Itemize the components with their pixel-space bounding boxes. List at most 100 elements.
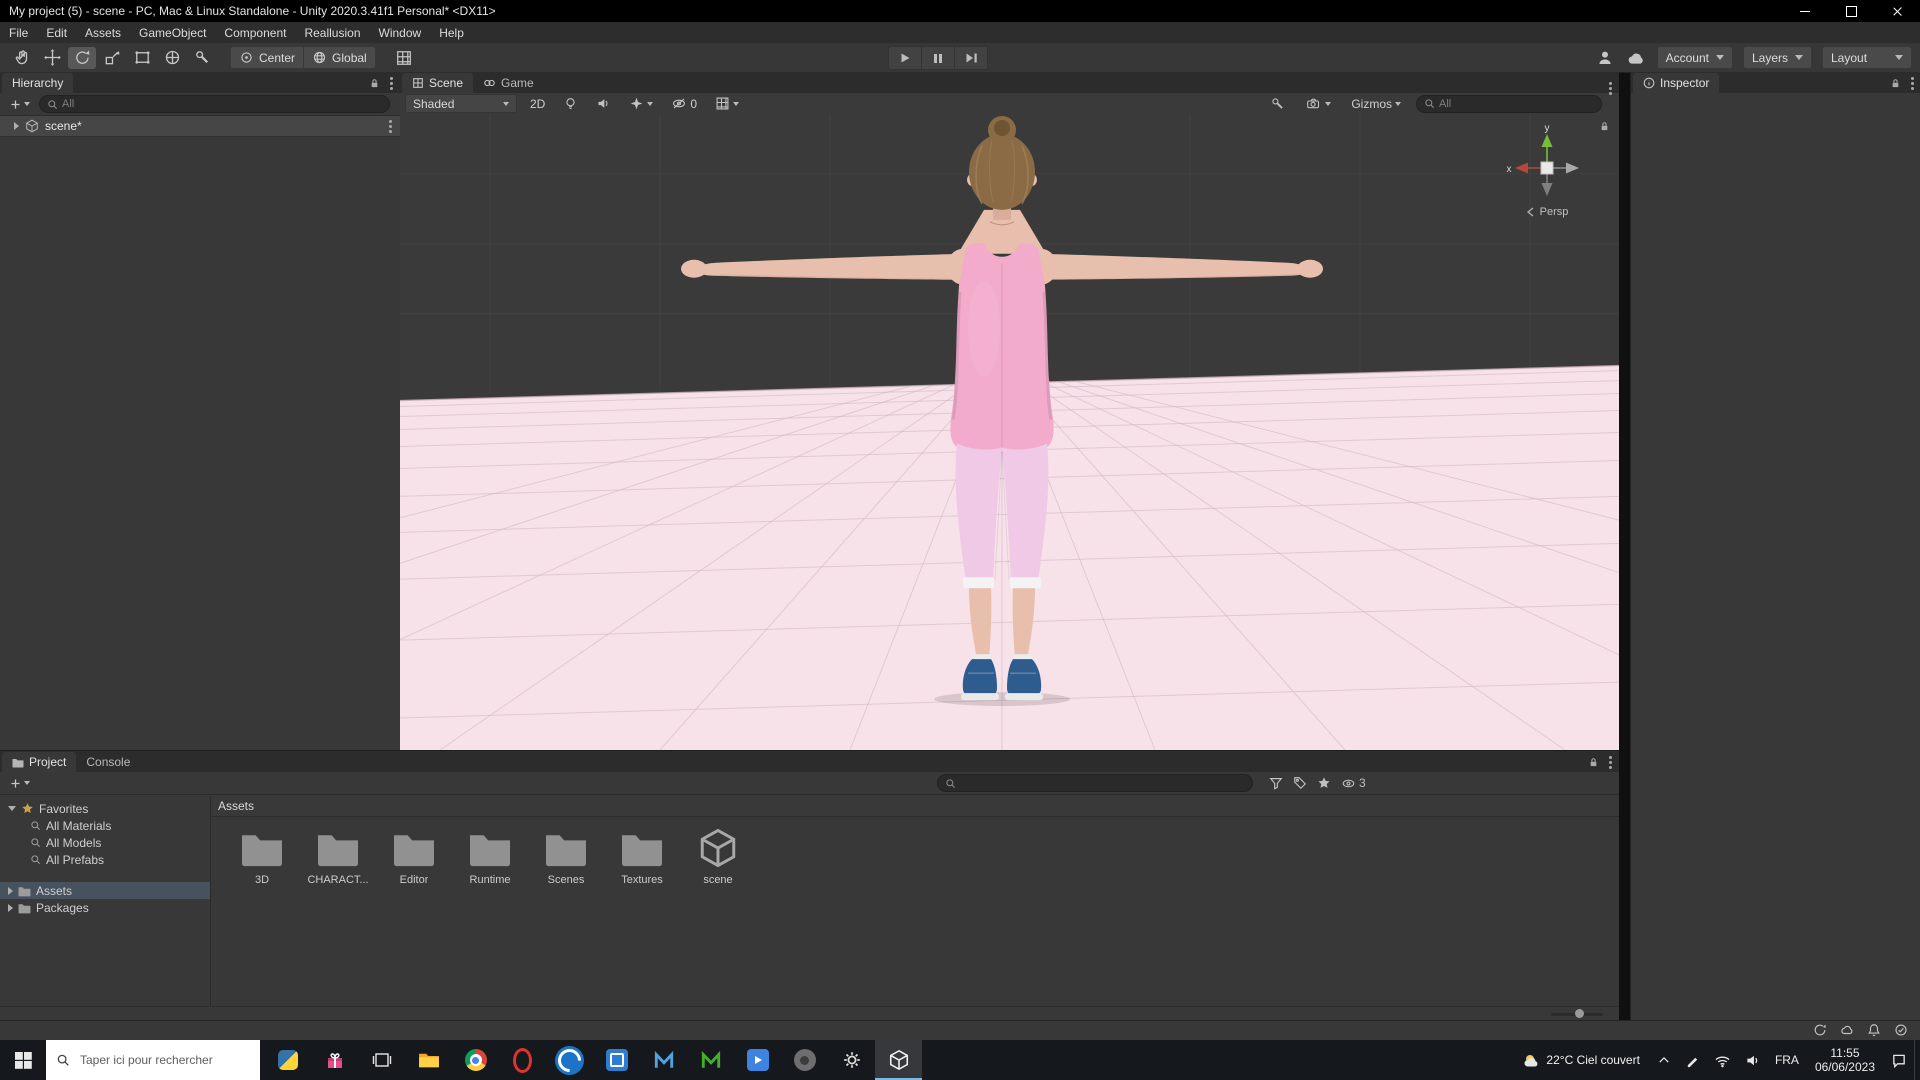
space-toggle-button[interactable]: Global <box>304 46 376 69</box>
language-indicator[interactable]: FRA <box>1768 1040 1806 1080</box>
status-check-icon[interactable] <box>1894 1023 1908 1037</box>
asset-folder-character[interactable]: CHARACT... <box>301 827 375 886</box>
hierarchy-search[interactable] <box>39 95 390 113</box>
taskbar-search[interactable] <box>46 1040 260 1080</box>
camera-settings-button[interactable] <box>1300 95 1336 112</box>
gift-app-icon[interactable] <box>311 1040 358 1080</box>
2d-toggle-button[interactable]: 2D <box>525 95 550 112</box>
pen-tray-button[interactable] <box>1678 1040 1707 1080</box>
menu-window[interactable]: Window <box>370 22 431 43</box>
asset-folder-scenes[interactable]: Scenes <box>529 827 603 886</box>
zoom-slider[interactable] <box>1551 1011 1603 1017</box>
gizmo-down-cone[interactable] <box>1542 183 1553 196</box>
status-cloud-icon[interactable] <box>1840 1023 1854 1037</box>
weather-widget[interactable]: 22°C Ciel couvert <box>1512 1040 1650 1080</box>
gray-app-button[interactable] <box>781 1040 828 1080</box>
projection-toggle[interactable]: Persp <box>1499 206 1595 218</box>
rotate-tool-button[interactable] <box>68 47 96 69</box>
asset-folder-textures[interactable]: Textures <box>605 827 679 886</box>
lighting-toggle-button[interactable] <box>558 95 583 112</box>
gizmo-neg-x-cone[interactable] <box>1566 163 1579 174</box>
menu-reallusion[interactable]: Reallusion <box>295 22 369 43</box>
draw-mode-dropdown[interactable]: Shaded <box>405 94 517 113</box>
tab-hierarchy[interactable]: Hierarchy <box>2 73 73 93</box>
layers-dropdown[interactable]: Layers <box>1743 46 1812 69</box>
menu-dots-icon[interactable] <box>1609 87 1612 90</box>
expand-arrow-icon[interactable] <box>14 122 19 130</box>
chrome-button[interactable] <box>452 1040 499 1080</box>
tab-console[interactable]: Console <box>76 752 140 772</box>
gizmos-dropdown[interactable]: Gizmos <box>1346 95 1406 112</box>
opera-button[interactable] <box>499 1040 546 1080</box>
window-titlebar[interactable]: My project (5) - scene - PC, Mac & Linux… <box>0 0 1920 22</box>
layout-dropdown[interactable]: Layout <box>1822 46 1912 69</box>
tab-project[interactable]: Project <box>2 752 76 772</box>
close-button[interactable] <box>1874 0 1920 22</box>
task-view-button[interactable] <box>358 1040 405 1080</box>
grid-visibility-button[interactable] <box>710 95 744 112</box>
lock-icon[interactable] <box>1598 120 1611 133</box>
menu-help[interactable]: Help <box>430 22 473 43</box>
tree-packages[interactable]: Packages <box>0 899 210 916</box>
cloud-icon[interactable] <box>1625 49 1647 67</box>
m-green-app-button[interactable] <box>687 1040 734 1080</box>
move-tool-button[interactable] <box>38 47 66 69</box>
colorful-app-icon[interactable] <box>264 1040 311 1080</box>
scale-tool-button[interactable] <box>98 47 126 69</box>
hierarchy-scene-item[interactable]: scene* <box>0 116 400 137</box>
gizmo-center-cube[interactable] <box>1541 162 1553 174</box>
status-activity-icon[interactable] <box>1813 1023 1827 1037</box>
unity-app-button[interactable] <box>875 1040 922 1080</box>
hand-tool-button[interactable] <box>8 47 36 69</box>
status-bell-icon[interactable] <box>1867 1023 1881 1037</box>
lock-icon[interactable] <box>368 77 381 90</box>
tree-all-models[interactable]: All Models <box>0 834 210 851</box>
account-dropdown[interactable]: Account <box>1657 46 1733 69</box>
scene-visibility-button[interactable]: 0 <box>666 95 702 112</box>
transform-tool-button[interactable] <box>158 47 186 69</box>
menu-dots-icon[interactable] <box>1911 82 1914 85</box>
slider-knob[interactable] <box>1575 1009 1584 1018</box>
asset-folder-runtime[interactable]: Runtime <box>453 827 527 886</box>
axis-gizmo[interactable]: y x <box>1499 122 1595 204</box>
tab-scene[interactable]: Scene <box>402 73 473 93</box>
tree-all-materials[interactable]: All Materials <box>0 817 210 834</box>
asset-folder-editor[interactable]: Editor <box>377 827 451 886</box>
asset-scene-file[interactable]: scene <box>681 827 755 886</box>
menu-gameobject[interactable]: GameObject <box>130 22 215 43</box>
hierarchy-search-input[interactable] <box>62 98 382 110</box>
rect-tool-button[interactable] <box>128 47 156 69</box>
grid-snap-button[interactable] <box>390 47 418 69</box>
settings-button[interactable] <box>828 1040 875 1080</box>
collapse-arrow-icon[interactable] <box>8 806 16 811</box>
menu-file[interactable]: File <box>0 22 37 43</box>
lock-icon[interactable] <box>1889 77 1902 90</box>
expand-arrow-icon[interactable] <box>8 904 13 912</box>
circle-c-app-button[interactable] <box>546 1040 593 1080</box>
minimize-button[interactable] <box>1782 0 1828 22</box>
save-search-star-icon[interactable] <box>1317 776 1331 790</box>
filter-funnel-icon[interactable] <box>1269 776 1283 790</box>
collab-icon[interactable] <box>1595 49 1615 67</box>
file-explorer-button[interactable] <box>405 1040 452 1080</box>
maximize-button[interactable] <box>1828 0 1874 22</box>
hierarchy-create-button[interactable] <box>6 96 33 113</box>
custom-tool-button[interactable] <box>188 47 216 69</box>
blue-app-button[interactable] <box>593 1040 640 1080</box>
effects-dropdown-button[interactable] <box>624 95 658 112</box>
expand-arrow-icon[interactable] <box>8 887 13 895</box>
menu-assets[interactable]: Assets <box>76 22 130 43</box>
gizmo-y-cone[interactable] <box>1542 134 1553 147</box>
gizmo-x-cone[interactable] <box>1515 163 1528 174</box>
movies-tv-button[interactable] <box>734 1040 781 1080</box>
pause-button[interactable] <box>922 46 955 70</box>
menu-component[interactable]: Component <box>215 22 295 43</box>
clock-widget[interactable]: 11:55 06/06/2023 <box>1806 1040 1884 1080</box>
tree-all-prefabs[interactable]: All Prefabs <box>0 851 210 868</box>
tab-game[interactable]: Game <box>473 73 544 93</box>
asset-folder-3d[interactable]: 3D <box>225 827 299 886</box>
tree-assets[interactable]: Assets <box>0 882 210 899</box>
tree-favorites[interactable]: Favorites <box>0 800 210 817</box>
scene-search-input[interactable] <box>1439 98 1594 110</box>
tab-inspector[interactable]: Inspector <box>1633 73 1719 93</box>
